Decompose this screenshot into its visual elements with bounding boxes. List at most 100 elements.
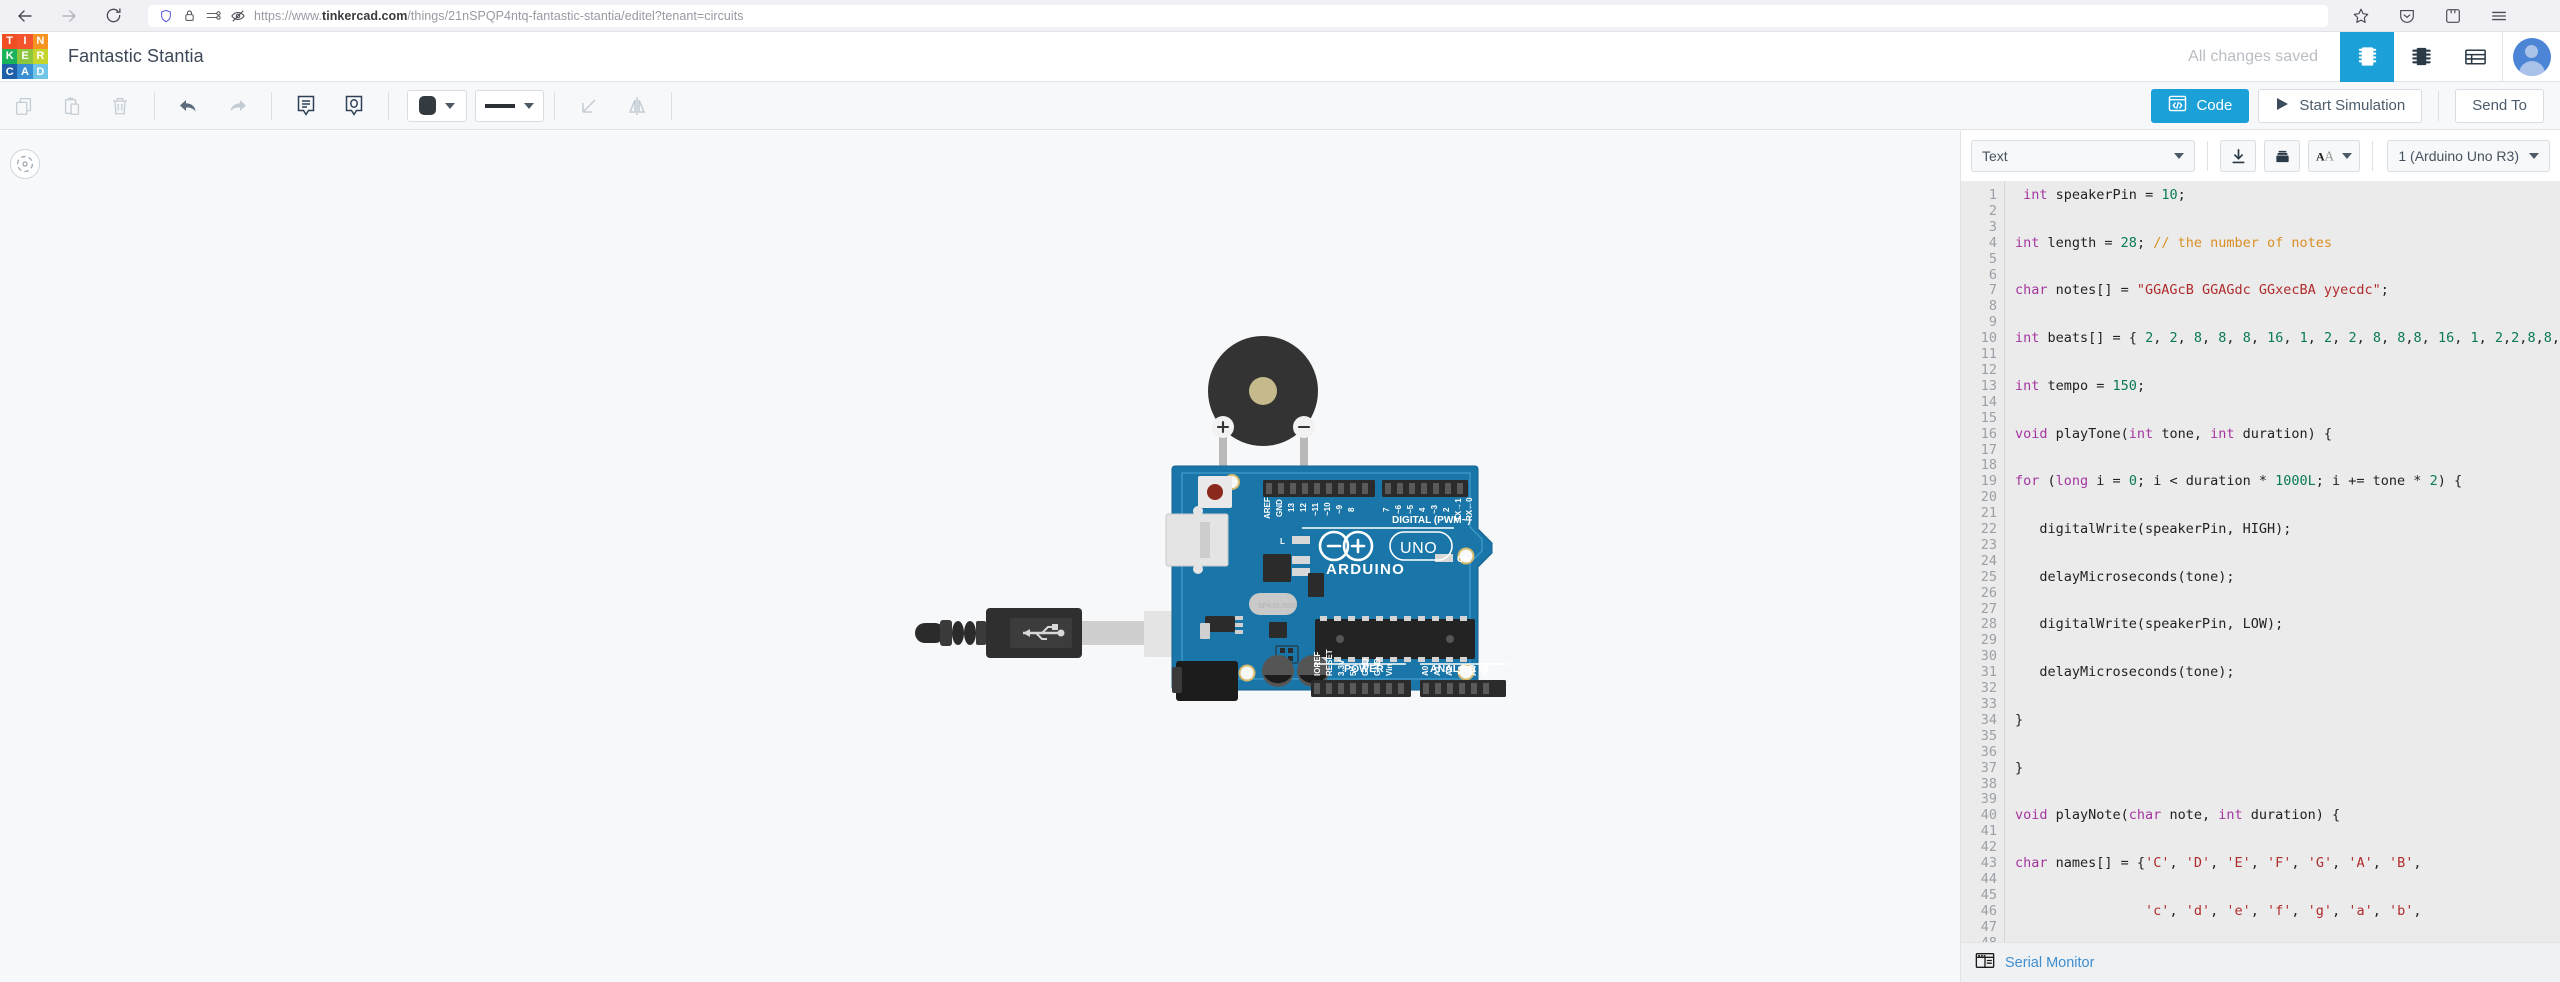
reload-icon[interactable] (102, 5, 124, 27)
code-line: digitalWrite(speakerPin, HIGH); (2015, 521, 2292, 538)
extensions-icon[interactable] (2442, 5, 2464, 27)
code-text-area[interactable]: int speakerPin = 10; int length = 28; //… (2005, 181, 2560, 942)
serial-monitor-bar[interactable]: Serial Monitor (1961, 942, 2560, 982)
svg-text:~3: ~3 (1430, 504, 1439, 514)
paste-icon[interactable] (48, 87, 96, 125)
arduino-uno-r3: AREF GND 13 12 ~11 ~10 ~9 8 7 ~6 ~5 4 ~3… (1165, 465, 1508, 701)
line-number: 14 (1980, 393, 1997, 410)
code-line: int speakerPin = 10; (2023, 187, 2186, 203)
line-number: 4 (1988, 234, 1997, 251)
code-editor[interactable]: 1 2 3 4 5 6 7 8 9 10 11 12 13 14 15 16 17 18 19 20 21 22 23 24 2… (1961, 181, 2560, 942)
svg-text:A: A (2324, 149, 2334, 164)
line-number: 25 (1980, 568, 1997, 585)
circuit-svg[interactable]: AREF GND 13 12 ~11 ~10 ~9 8 7 ~6 ~5 4 ~3… (780, 271, 1880, 871)
trash-icon[interactable] (96, 87, 144, 125)
line-number: 40 (1980, 807, 1997, 824)
wire-style-select[interactable] (475, 89, 544, 122)
toolbar-divider-2 (271, 91, 272, 120)
editor-toolbar: Code Start Simulation Send To (0, 82, 2560, 130)
line-number: 16 (1980, 425, 1997, 442)
code-line: delayMicroseconds(tone); (2015, 568, 2235, 585)
line-number: 22 (1980, 521, 1997, 538)
tracking-protection-off-icon[interactable] (230, 8, 245, 23)
board-label: 1 (Arduino Uno R3) (2398, 148, 2519, 164)
circuit-workspace[interactable]: AREF GND 13 12 ~11 ~10 ~9 8 7 ~6 ~5 4 ~3… (0, 131, 1960, 982)
code-line: delayMicroseconds(tone); (2015, 664, 2235, 681)
forward-icon[interactable] (58, 5, 80, 27)
line-number: 41 (1980, 823, 1997, 840)
logo-cell-e: E (17, 48, 33, 65)
line-number: 42 (1980, 839, 1997, 856)
serial-monitor-label: Serial Monitor (2005, 954, 2095, 971)
send-to-button[interactable]: Send To (2455, 88, 2544, 123)
line-number: 32 (1980, 680, 1997, 697)
line-number: 27 (1980, 600, 1997, 617)
components-icon[interactable] (2394, 32, 2448, 82)
annotation-icon[interactable] (330, 87, 378, 125)
line-number: 2 (1988, 202, 1997, 219)
logo-cell-n: N (32, 33, 48, 49)
mirror-icon[interactable] (613, 87, 661, 125)
wire-color-select[interactable] (407, 89, 467, 122)
toolbar-divider-5 (671, 91, 672, 120)
board-select[interactable]: 1 (Arduino Uno R3) (2387, 140, 2550, 172)
svg-text:~11: ~11 (1311, 502, 1320, 516)
rotate-icon[interactable] (565, 87, 613, 125)
svg-text:RESET: RESET (1325, 649, 1334, 676)
toolbar-right: Code Start Simulation Send To (2151, 88, 2560, 123)
code-line: void playNote(char note, int duration) { (2015, 807, 2341, 824)
hamburger-menu-icon[interactable] (2488, 5, 2510, 27)
toolbar-divider-4 (554, 91, 555, 120)
font-size-icon[interactable]: AA (2308, 140, 2360, 172)
line-number: 10 (1980, 330, 1997, 347)
code-line: int length = 28; // the number of notes (2015, 234, 2333, 251)
logo-cell-r: R (32, 48, 48, 65)
back-icon[interactable] (14, 5, 36, 27)
note-icon[interactable] (282, 87, 330, 125)
line-number: 44 (1980, 870, 1997, 887)
svg-text:13: 13 (1287, 503, 1296, 512)
browser-toolbar: https://www.tinkercad.com/things/21nSPQP… (0, 0, 2560, 32)
permissions-icon[interactable] (206, 8, 221, 23)
svg-text:ON: ON (1457, 554, 1471, 564)
circuits-view-icon[interactable] (2340, 31, 2394, 82)
lock-icon[interactable] (182, 8, 197, 23)
transform-group (565, 82, 661, 129)
save-to-pocket-icon[interactable] (2396, 5, 2418, 27)
code-mode-select[interactable]: Text (1971, 140, 2195, 172)
document-title[interactable]: Fantastic Stantia (68, 46, 204, 67)
usb-cable (915, 608, 1178, 658)
library-icon[interactable] (2264, 140, 2300, 172)
start-simulation-button[interactable]: Start Simulation (2258, 88, 2423, 123)
tinkercad-logo[interactable]: T I N K E R C A D (2, 33, 48, 80)
code-button[interactable]: Code (2151, 88, 2250, 123)
shield-icon[interactable] (158, 8, 173, 23)
copy-icon[interactable] (0, 87, 48, 125)
svg-text:8: 8 (1347, 507, 1356, 512)
code-line: char names[] = {'C', 'D', 'E', 'F', 'G',… (2015, 855, 2422, 872)
redo-arrow-icon[interactable] (213, 87, 261, 125)
line-number: 11 (1980, 346, 1997, 363)
line-number: 15 (1980, 409, 1997, 426)
line-number: 39 (1980, 791, 1997, 808)
serial-monitor-icon (1975, 952, 1995, 974)
undo-arrow-icon[interactable] (165, 87, 213, 125)
zoom-fit-icon[interactable] (10, 149, 40, 179)
address-bar[interactable]: https://www.tinkercad.com/things/21nSPQP… (148, 4, 2328, 27)
star-icon[interactable] (2350, 5, 2372, 27)
line-number: 17 (1980, 441, 1997, 458)
avatar[interactable] (2502, 31, 2560, 82)
power-header-label: POWER (1344, 663, 1384, 675)
list-view-icon[interactable] (2448, 32, 2502, 82)
download-icon[interactable] (2220, 140, 2256, 172)
